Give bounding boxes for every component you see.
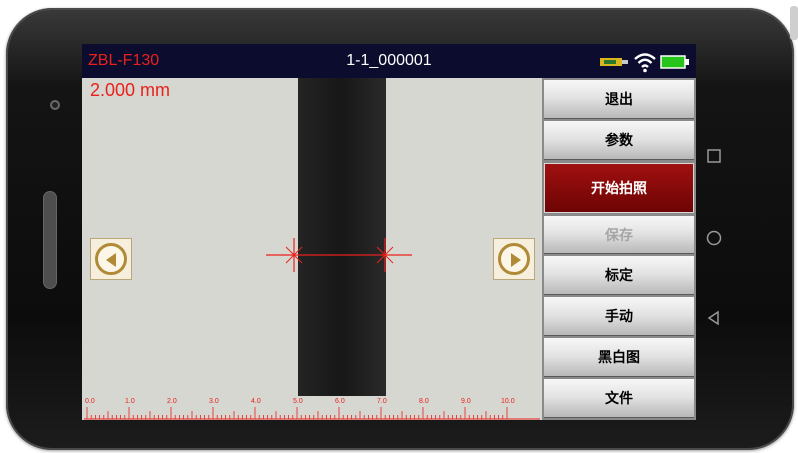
camera-icon [50,100,60,110]
battery-icon [660,55,689,69]
recent-apps-icon[interactable] [706,148,722,164]
scale-ruler: 0.0 1.0 2.0 3.0 4.0 5.0 6.0 7.0 8.0 9.0 … [82,390,542,420]
ruler-label: 9.0 [461,398,471,405]
manual-button[interactable]: 手动 [544,297,694,336]
ruler-label: 3.0 [209,398,219,405]
home-icon[interactable] [705,229,723,247]
ruler-label: 4.0 [251,398,261,405]
app-screen: ZBL-F130 1-1_000001 2.000 mm 0.0 1.0 2.0… [82,44,696,420]
ruler-label: 10.0 [501,398,515,405]
ruler-label: 2.0 [167,398,177,405]
action-sidebar: 退出 参数 开始拍照 保存 标定 手动 黑白图 文件 [542,78,696,420]
edge-button [790,6,798,40]
files-button[interactable]: 文件 [544,379,694,418]
ruler-label: 5.0 [293,398,303,405]
back-icon[interactable] [706,310,722,326]
wifi-icon [634,53,656,73]
next-button[interactable] [493,238,535,280]
camera-viewport[interactable]: 2.000 mm 0.0 1.0 2.0 3.0 4.0 5.0 6.0 7.0… [82,78,542,420]
ruler-label: 1.0 [125,398,135,405]
usb-icon [600,58,628,66]
ruler-label: 7.0 [377,398,387,405]
left-arrow-icon [106,253,116,267]
parameters-button[interactable]: 参数 [544,121,694,160]
title-bar: ZBL-F130 1-1_000001 [82,44,696,78]
side-button [43,191,57,289]
exit-button[interactable]: 退出 [544,80,694,119]
ruler-label: 0.0 [85,398,95,405]
status-icons [600,51,692,73]
ruler-label: 6.0 [335,398,345,405]
save-button[interactable]: 保存 [544,216,694,254]
black-white-image-button[interactable]: 黑白图 [544,338,694,377]
calibrate-button[interactable]: 标定 [544,256,694,295]
right-arrow-icon [511,253,521,267]
start-capture-button[interactable]: 开始拍照 [544,163,694,213]
previous-button[interactable] [90,238,132,280]
measurement-overlay [266,238,412,272]
ruler-label: 8.0 [419,398,429,405]
ruler-ticks [84,407,540,420]
